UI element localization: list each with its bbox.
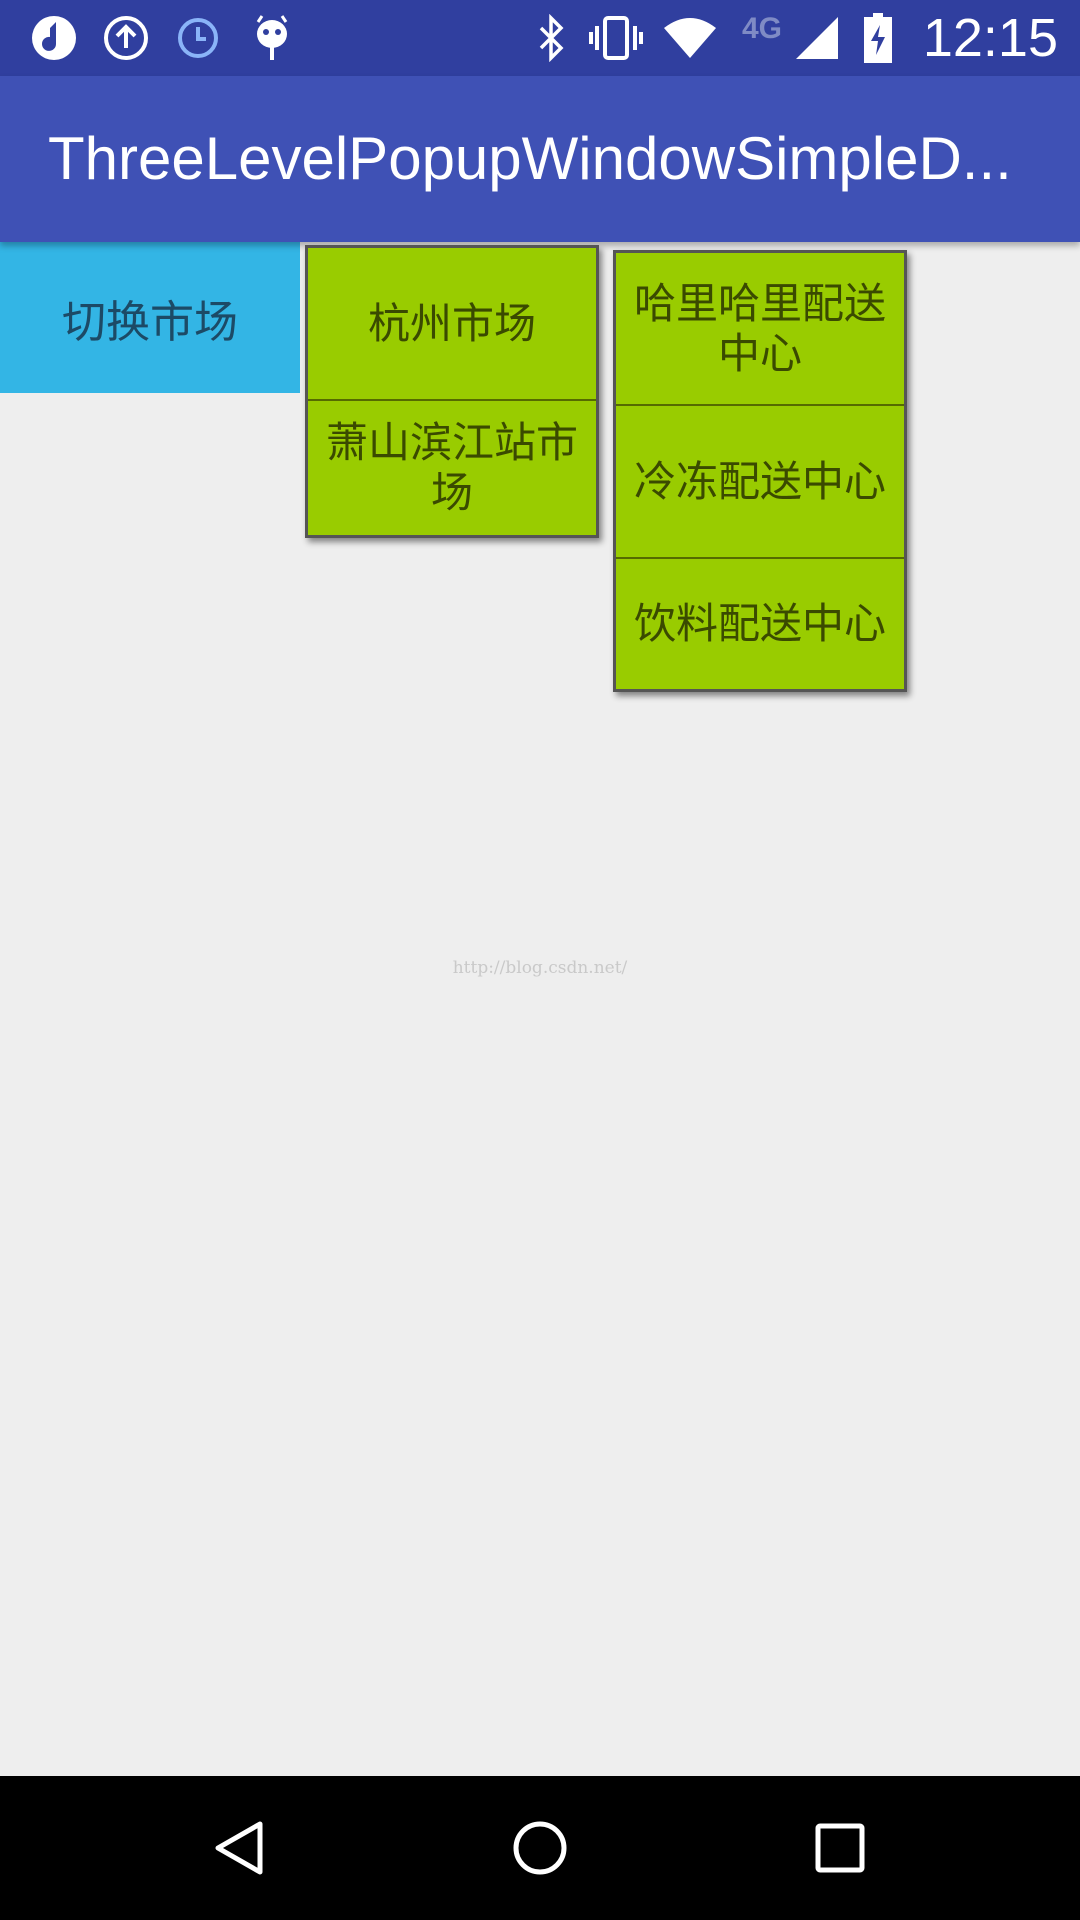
music-note-icon — [28, 12, 80, 64]
bluetooth-icon — [530, 12, 574, 64]
status-bar: 4G 12:15 — [0, 0, 1080, 76]
recents-icon[interactable] — [804, 1812, 876, 1884]
status-bar-clock: 12:15 — [922, 8, 1058, 68]
android-icon — [246, 12, 298, 64]
wifi-icon — [660, 12, 720, 64]
watermark-text: http://blog.csdn.net/ — [452, 958, 628, 978]
popup-item-hangzhou-market[interactable]: 杭州市场 — [308, 248, 596, 401]
back-icon[interactable] — [204, 1812, 276, 1884]
popup-item-xiaoshan-binjiang-market[interactable]: 萧山滨江站市场 — [308, 401, 596, 535]
home-icon[interactable] — [504, 1812, 576, 1884]
upload-icon — [100, 12, 152, 64]
network-type-label: 4G — [741, 12, 783, 45]
popup-item-halihali-center[interactable]: 哈里哈里配送中心 — [616, 253, 904, 406]
distribution-center-popup: 哈里哈里配送中心 冷冻配送中心 饮料配送中心 — [613, 250, 907, 692]
clock-icon — [172, 12, 224, 64]
app-bar: ThreeLevelPopupWindowSimpleD... — [0, 76, 1080, 242]
navigation-bar — [0, 1776, 1080, 1920]
app-title: ThreeLevelPopupWindowSimpleD... — [48, 125, 1012, 192]
market-popup: 杭州市场 萧山滨江站市场 — [305, 245, 599, 538]
switch-market-button[interactable]: 切换市场 — [0, 242, 300, 393]
popup-item-beverage-center[interactable]: 饮料配送中心 — [616, 559, 904, 689]
popup-item-frozen-center[interactable]: 冷冻配送中心 — [616, 406, 904, 559]
battery-charging-icon — [860, 12, 896, 64]
vibrate-icon — [586, 12, 646, 64]
signal-icon — [792, 12, 842, 64]
